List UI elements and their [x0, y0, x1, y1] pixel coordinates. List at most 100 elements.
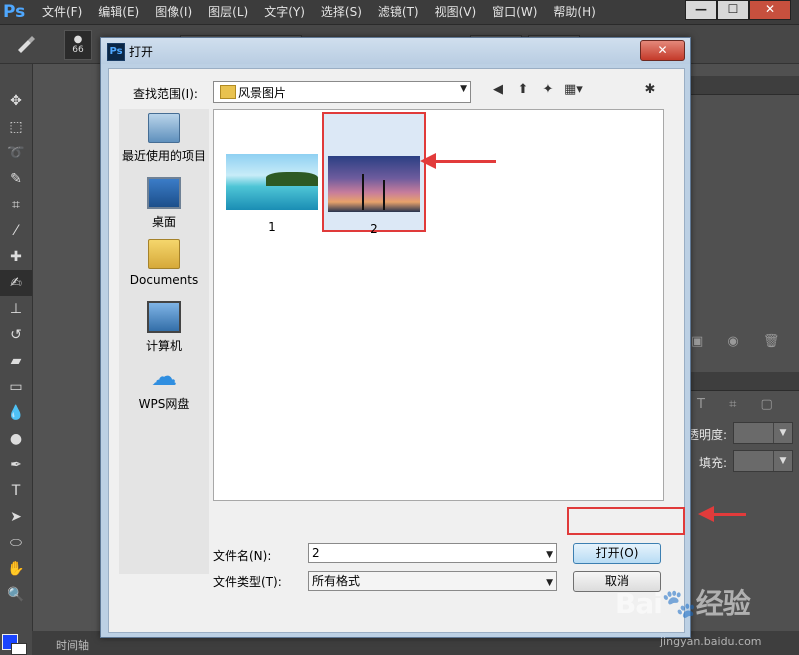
place-label: 计算机: [145, 339, 182, 353]
pen-tool-icon[interactable]: ✒: [0, 452, 32, 478]
dialog-titlebar: Ps 打开 ✕: [101, 38, 690, 64]
place-computer[interactable]: 计算机: [119, 301, 209, 354]
quick-select-tool-icon[interactable]: ✎: [0, 166, 32, 192]
open-dialog: Ps 打开 ✕ 查找范围(I): 风景图片 ▼ ◀ ⬆ ✦ ▦▾ ✱ 最近使用的…: [100, 37, 691, 638]
type-tool-icon[interactable]: T: [0, 478, 32, 504]
dodge-tool-icon[interactable]: ●: [0, 426, 32, 452]
baidu-watermark: Bai🐾经验: [615, 587, 751, 620]
back-icon[interactable]: ◀: [489, 81, 507, 99]
brush-tool-icon[interactable]: ✍: [0, 270, 32, 296]
computer-icon: [147, 301, 181, 333]
file-list[interactable]: 1 2: [213, 109, 664, 501]
arrow-shaft: [712, 513, 746, 516]
zoom-tool-icon[interactable]: 🔍: [0, 582, 32, 608]
timeline-label[interactable]: 时间轴: [56, 637, 89, 653]
history-brush-icon[interactable]: ↺: [0, 322, 32, 348]
move-tool-icon[interactable]: ✥: [0, 88, 32, 114]
tree-silhouette: [383, 180, 385, 210]
file-item[interactable]: 1: [222, 154, 322, 234]
maximize-button[interactable]: ☐: [717, 0, 749, 20]
file-name: 1: [268, 220, 276, 234]
beach-thumbnail: [226, 154, 318, 210]
photoshop-logo: Ps: [3, 2, 26, 22]
chevron-down-icon: ▼: [460, 84, 467, 94]
brush-dot-icon: ●: [73, 34, 83, 45]
open-button[interactable]: 打开(O): [573, 543, 661, 564]
photoshop-app-icon: Ps: [107, 43, 125, 61]
right-panels: ▣ ◉ 🗑 T ⌗ ▢ 透明度: ▼ 填充: ▼: [686, 64, 799, 655]
folder-star-icon[interactable]: ✱: [642, 82, 658, 98]
filetype-label: 文件类型(T):: [213, 575, 282, 589]
opacity-select[interactable]: ▼: [733, 422, 793, 444]
brush-size-picker[interactable]: ● 66: [64, 30, 92, 60]
file-item-selected[interactable]: 2: [326, 156, 422, 236]
place-label: 桌面: [151, 215, 176, 229]
island-shape: [266, 172, 318, 186]
menu-edit[interactable]: 编辑(E): [98, 0, 147, 24]
menu-help[interactable]: 帮助(H): [553, 0, 603, 24]
menu-bar: Ps 文件(F) 编辑(E) 图像(I) 图层(L) 文字(Y) 选择(S) 滤…: [0, 0, 799, 25]
panel-footer-icons: ▣ ◉ 🗑: [691, 334, 790, 349]
hand-tool-icon[interactable]: ✋: [0, 556, 32, 582]
toolbox: ✥ ⬚ ➰ ✎ ⌗ ⁄ ✚ ✍ ⊥ ↺ ▰ ▭ 💧 ● ✒ T ➤ ⬭ ✋ 🔍: [0, 64, 33, 655]
brush-tool-icon[interactable]: [14, 34, 38, 54]
fill-label: 填充:: [699, 456, 728, 470]
window-controls: — ☐ ✕: [685, 0, 791, 20]
panel-header: [687, 372, 799, 391]
cloud-drive-icon: ☁: [151, 362, 177, 392]
chevron-down-icon: ▼: [546, 578, 553, 588]
place-desktop[interactable]: 桌面: [119, 177, 209, 230]
look-in-select[interactable]: 风景图片 ▼: [213, 81, 471, 103]
folder-icon: [220, 85, 236, 99]
blur-tool-icon[interactable]: 💧: [0, 400, 32, 426]
place-recent[interactable]: 最近使用的项目: [119, 113, 209, 164]
nav-toolbar: ◀ ⬆ ✦ ▦▾: [489, 81, 583, 99]
arrow-shaft: [434, 160, 496, 163]
view-menu-icon[interactable]: ▦▾: [564, 81, 583, 99]
eyedropper-tool-icon[interactable]: ⁄: [0, 218, 32, 244]
close-app-button[interactable]: ✕: [749, 0, 791, 20]
filetype-select[interactable]: 所有格式 ▼: [308, 571, 557, 591]
chevron-down-icon[interactable]: ▼: [546, 546, 553, 564]
fill-select[interactable]: ▼: [733, 450, 793, 472]
background-color-swatch[interactable]: [11, 643, 27, 655]
shape-tool-icon[interactable]: ⬭: [0, 530, 32, 556]
lasso-tool-icon[interactable]: ➰: [0, 140, 32, 166]
desktop-icon: [147, 177, 181, 209]
eraser-tool-icon[interactable]: ▰: [0, 348, 32, 374]
menu-file[interactable]: 文件(F): [42, 0, 90, 24]
layer-filter-icons: T ⌗ ▢: [697, 397, 783, 412]
place-label: WPS网盘: [138, 397, 190, 411]
tree-silhouette: [362, 174, 364, 210]
menu-window[interactable]: 窗口(W): [492, 0, 545, 24]
crop-tool-icon[interactable]: ⌗: [0, 192, 32, 218]
marquee-tool-icon[interactable]: ⬚: [0, 114, 32, 140]
brush-size-value: 66: [72, 45, 84, 55]
look-in-value: 风景图片: [238, 86, 287, 100]
filename-input[interactable]: 2 ▼: [308, 543, 557, 563]
up-folder-icon[interactable]: ⬆: [514, 81, 532, 99]
documents-folder-icon: [148, 239, 180, 269]
recent-items-icon: [148, 113, 180, 143]
menu-image[interactable]: 图像(I): [155, 0, 200, 24]
menu-filter[interactable]: 滤镜(T): [378, 0, 427, 24]
new-folder-icon[interactable]: ✦: [539, 81, 557, 99]
dialog-title: 打开: [129, 45, 154, 59]
gradient-tool-icon[interactable]: ▭: [0, 374, 32, 400]
filename-label: 文件名(N):: [213, 549, 272, 563]
sunset-thumbnail: [328, 156, 420, 212]
menu-layer[interactable]: 图层(L): [208, 0, 256, 24]
menu-view[interactable]: 视图(V): [435, 0, 485, 24]
path-select-tool-icon[interactable]: ➤: [0, 504, 32, 530]
dialog-close-button[interactable]: ✕: [640, 40, 685, 61]
place-label: Documents: [129, 273, 199, 287]
chevron-down-icon: ▼: [773, 423, 792, 443]
place-wps-cloud[interactable]: ☁ WPS网盘: [119, 363, 209, 412]
minimize-button[interactable]: —: [685, 0, 717, 20]
stamp-tool-icon[interactable]: ⊥: [0, 296, 32, 322]
menu-type[interactable]: 文字(Y): [264, 0, 313, 24]
menu-select[interactable]: 选择(S): [321, 0, 370, 24]
menu-items: 文件(F) 编辑(E) 图像(I) 图层(L) 文字(Y) 选择(S) 滤镜(T…: [42, 0, 612, 24]
healing-brush-icon[interactable]: ✚: [0, 244, 32, 270]
place-documents[interactable]: Documents: [119, 239, 209, 287]
